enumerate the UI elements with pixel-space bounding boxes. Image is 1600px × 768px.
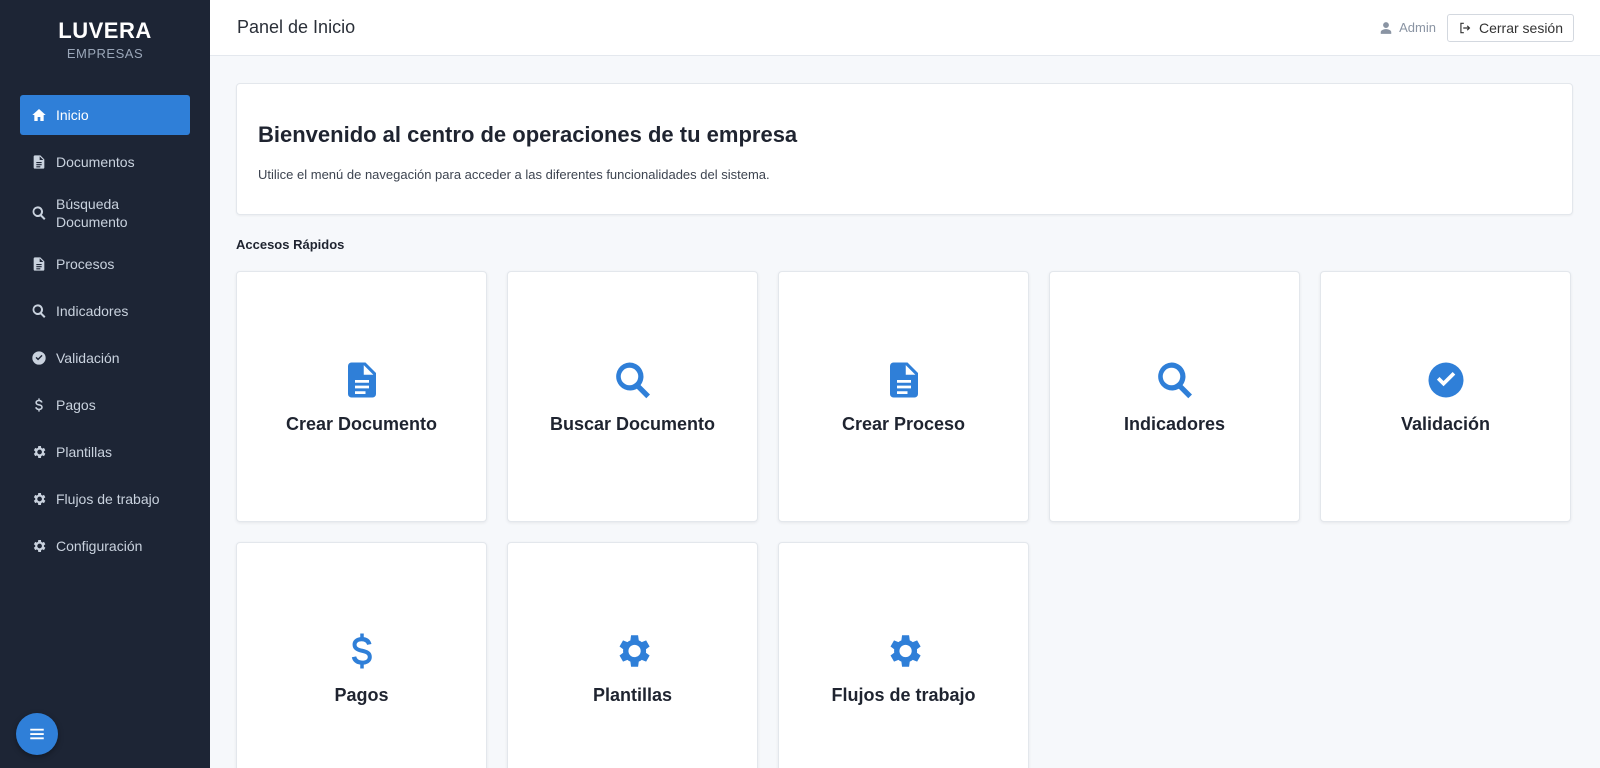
file-icon bbox=[882, 358, 926, 402]
logout-button[interactable]: Cerrar sesión bbox=[1446, 13, 1574, 42]
quick-card-crear-documento[interactable]: Crear Documento bbox=[236, 271, 487, 522]
menu-toggle-button[interactable] bbox=[16, 713, 58, 755]
gear-icon bbox=[30, 443, 48, 461]
sidebar-item-plantillas[interactable]: Plantillas bbox=[20, 432, 190, 472]
sidebar-item-documentos[interactable]: Documentos bbox=[20, 142, 190, 182]
search-icon bbox=[1153, 358, 1197, 402]
sidebar-item-label: Búsqueda Documento bbox=[56, 196, 128, 230]
file-icon bbox=[340, 358, 384, 402]
sidebar-item-label: Pagos bbox=[56, 397, 96, 413]
sidebar-item-label: Flujos de trabajo bbox=[56, 491, 160, 507]
quick-card-crear-proceso[interactable]: Crear Proceso bbox=[778, 271, 1029, 522]
sidebar-item-indicadores[interactable]: Indicadores bbox=[20, 291, 190, 331]
quick-access-title: Accesos Rápidos bbox=[236, 237, 345, 252]
user-indicator[interactable]: Admin bbox=[1379, 20, 1436, 35]
brand: LUVERA EMPRESAS bbox=[0, 0, 210, 86]
check-circle-icon bbox=[30, 349, 48, 367]
search-icon bbox=[30, 204, 48, 222]
sidebar-item-inicio[interactable]: Inicio bbox=[20, 95, 190, 135]
sidebar-item-label: Validación bbox=[56, 350, 120, 366]
dollar-icon bbox=[340, 629, 384, 673]
quick-card-label: Pagos bbox=[334, 685, 389, 705]
app-root: LUVERA EMPRESAS Inicio Documentos Búsque… bbox=[0, 0, 1600, 768]
content: Bienvenido al centro de operaciones de t… bbox=[210, 56, 1600, 768]
quick-card-label: Plantillas bbox=[592, 685, 673, 705]
sidebar-item-configuracion[interactable]: Configuración bbox=[20, 526, 190, 566]
sidebar-nav: Inicio Documentos Búsqueda Documento Pro… bbox=[0, 86, 210, 566]
main-area: Panel de Inicio Admin Cerrar sesión Bien… bbox=[210, 0, 1600, 768]
brand-subtitle: EMPRESAS bbox=[66, 46, 144, 61]
quick-card-pagos[interactable]: Pagos bbox=[236, 542, 487, 768]
quick-card-indicadores[interactable]: Indicadores bbox=[1049, 271, 1300, 522]
sidebar-item-flujos-de-trabajo[interactable]: Flujos de trabajo bbox=[20, 479, 190, 519]
topbar: Panel de Inicio Admin Cerrar sesión bbox=[210, 0, 1600, 56]
quick-card-flujos-de-trabajo[interactable]: Flujos de trabajo bbox=[778, 542, 1029, 768]
sidebar-item-label: Configuración bbox=[56, 538, 143, 554]
quick-card-buscar-documento[interactable]: Buscar Documento bbox=[507, 271, 758, 522]
search-icon bbox=[611, 358, 655, 402]
sidebar: LUVERA EMPRESAS Inicio Documentos Búsque… bbox=[0, 0, 210, 768]
user-icon bbox=[1379, 21, 1393, 35]
welcome-card: Bienvenido al centro de operaciones de t… bbox=[236, 83, 1573, 215]
quick-card-label: Validación bbox=[1400, 414, 1491, 434]
sidebar-item-label: Inicio bbox=[56, 107, 89, 123]
sidebar-item-validacion[interactable]: Validación bbox=[20, 338, 190, 378]
gear-icon bbox=[611, 629, 655, 673]
quick-card-label: Crear Proceso bbox=[841, 414, 966, 434]
sidebar-item-procesos[interactable]: Procesos bbox=[20, 244, 190, 284]
quick-card-label: Flujos de trabajo bbox=[831, 685, 976, 705]
sidebar-item-label: Procesos bbox=[56, 256, 115, 272]
sidebar-item-label: Indicadores bbox=[56, 303, 129, 319]
menu-icon bbox=[28, 725, 46, 743]
page-title: Panel de Inicio bbox=[237, 17, 356, 37]
file-icon bbox=[30, 153, 48, 171]
brand-title: LUVERA bbox=[58, 18, 152, 43]
quick-card-label: Crear Documento bbox=[285, 414, 438, 434]
sidebar-item-label: Plantillas bbox=[56, 444, 113, 460]
quick-card-label: Buscar Documento bbox=[549, 414, 716, 434]
gear-icon bbox=[30, 537, 48, 555]
gear-icon bbox=[30, 490, 48, 508]
quick-card-validacion[interactable]: Validación bbox=[1320, 271, 1571, 522]
logout-label: Cerrar sesión bbox=[1478, 19, 1563, 36]
gear-icon bbox=[882, 629, 926, 673]
sidebar-item-busqueda-documento[interactable]: Búsqueda Documento bbox=[20, 189, 190, 237]
welcome-text: Utilice el menú de navegación para acced… bbox=[258, 167, 770, 182]
dollar-icon bbox=[30, 396, 48, 414]
logout-icon bbox=[1458, 21, 1472, 35]
welcome-title: Bienvenido al centro de operaciones de t… bbox=[258, 122, 798, 147]
home-icon bbox=[30, 106, 48, 124]
quick-card-plantillas[interactable]: Plantillas bbox=[507, 542, 758, 768]
check-circle-icon bbox=[1424, 358, 1468, 402]
user-name: Admin bbox=[1399, 20, 1436, 35]
quick-card-label: Indicadores bbox=[1123, 414, 1226, 434]
file-icon bbox=[30, 255, 48, 273]
sidebar-item-pagos[interactable]: Pagos bbox=[20, 385, 190, 425]
sidebar-item-label: Documentos bbox=[56, 154, 135, 170]
quick-access-grid: Crear Documento Buscar Documento Crear P… bbox=[236, 271, 1573, 768]
search-icon bbox=[30, 302, 48, 320]
